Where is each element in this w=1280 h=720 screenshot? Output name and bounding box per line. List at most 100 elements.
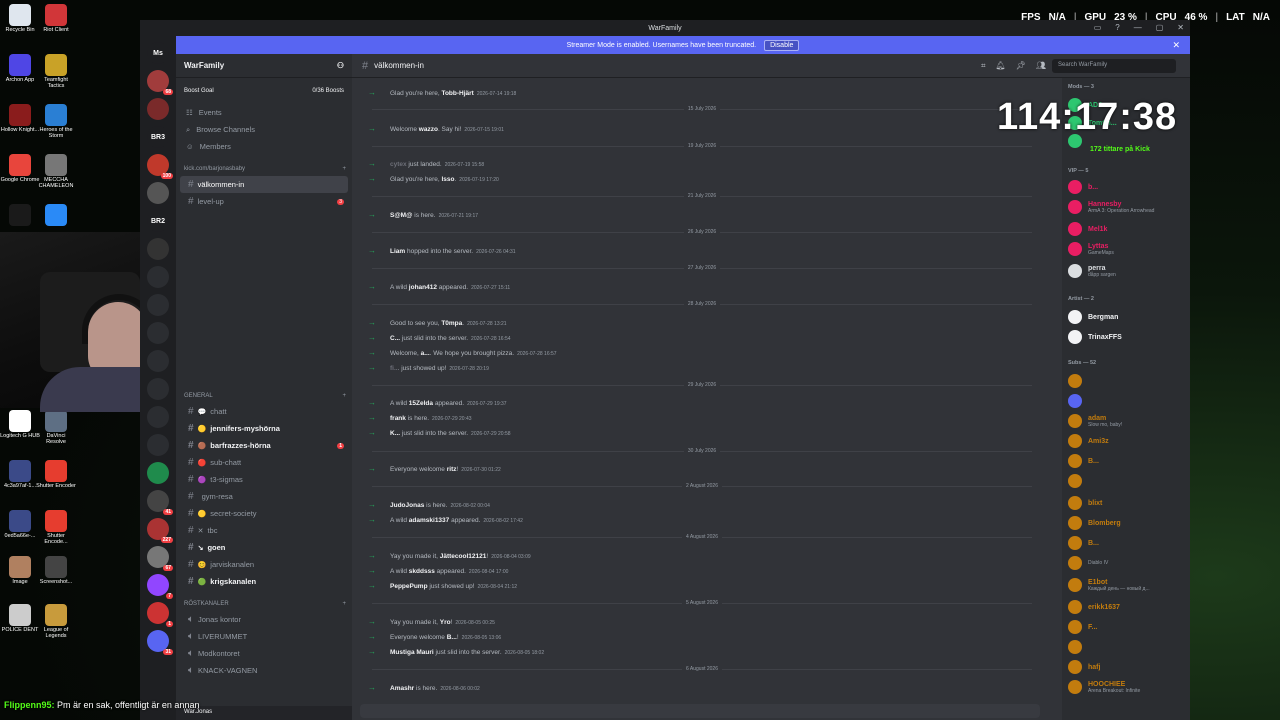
- desktop-icon[interactable]: Shutter Encoder: [36, 460, 76, 489]
- nav-item[interactable]: ☺ Members: [176, 138, 352, 155]
- message-username[interactable]: 15Zelda: [409, 400, 433, 407]
- voice-channel[interactable]: 🔈︎ Jonas kontor: [176, 611, 352, 628]
- server-icon[interactable]: 1: [147, 602, 173, 627]
- member-item[interactable]: TrinaxFFS: [1068, 330, 1122, 344]
- text-channel[interactable]: # 🟣 t3-sigmas: [176, 471, 352, 488]
- message-username[interactable]: PeppePump: [390, 583, 428, 590]
- server-icon[interactable]: [147, 378, 169, 400]
- server-icon[interactable]: [147, 266, 169, 288]
- server-icon[interactable]: 67: [147, 546, 173, 571]
- server-icon[interactable]: [147, 434, 169, 456]
- desktop-icon[interactable]: Hollow Knight...: [0, 104, 40, 133]
- member-item[interactable]: Ami3z: [1068, 434, 1109, 448]
- desktop-icon[interactable]: Recycle Bin: [0, 4, 40, 33]
- server-icon[interactable]: [147, 238, 169, 260]
- threads-icon[interactable]: ⌗: [981, 61, 986, 71]
- desktop-icon[interactable]: Google Chrome: [0, 154, 40, 183]
- member-item[interactable]: Hannesby ArmA 3: Operation Arrowhead: [1068, 200, 1154, 214]
- member-item[interactable]: adam Slow mo, baby!: [1068, 414, 1122, 428]
- desktop-icon[interactable]: Image: [0, 556, 40, 585]
- close-banner-icon[interactable]: ✕: [1172, 40, 1180, 51]
- server-icon[interactable]: 100: [147, 154, 173, 179]
- member-item[interactable]: Bergman: [1068, 310, 1118, 324]
- message-username[interactable]: S@M@: [390, 212, 412, 219]
- desktop-icon[interactable]: 0ed5a66e-...: [0, 510, 40, 539]
- member-item[interactable]: B...: [1068, 454, 1099, 468]
- voice-channel[interactable]: 🔈︎ KNACK-VAGNEN: [176, 662, 352, 679]
- add-channel-icon[interactable]: +: [342, 166, 346, 172]
- desktop-icon[interactable]: POLICE DENT: [0, 604, 40, 633]
- server-icon[interactable]: 227: [147, 518, 173, 543]
- member-item[interactable]: Blomberg: [1068, 516, 1121, 530]
- message-username[interactable]: wazzo: [419, 126, 438, 133]
- member-item[interactable]: Diablo IV: [1068, 556, 1108, 570]
- pin-icon[interactable]: 📌︎: [1016, 61, 1026, 71]
- member-item[interactable]: [1068, 394, 1088, 408]
- text-channel[interactable]: # ✕ tbc: [176, 522, 352, 539]
- text-channel[interactable]: # 🟡 secret-society: [176, 505, 352, 522]
- message-username[interactable]: skddsss: [409, 568, 435, 575]
- desktop-icon[interactable]: [36, 204, 76, 227]
- server-icon[interactable]: Ms: [147, 42, 169, 64]
- member-item[interactable]: erikk1637: [1068, 600, 1120, 614]
- desktop-icon[interactable]: Teamfight Tactics: [36, 54, 76, 90]
- close-icon[interactable]: ✕: [1177, 23, 1184, 32]
- member-item[interactable]: HOOCHIEE Arena Breakout: Infinite: [1068, 680, 1140, 694]
- server-icon[interactable]: 31: [147, 630, 173, 655]
- message-username[interactable]: johan412: [409, 284, 437, 291]
- maximize-icon[interactable]: ▢: [1156, 23, 1164, 32]
- message-username[interactable]: Liam: [390, 248, 405, 255]
- desktop-icon[interactable]: Archon App: [0, 54, 40, 83]
- desktop-icon[interactable]: Screenshot...: [36, 556, 76, 585]
- message-username[interactable]: lsso: [441, 176, 454, 183]
- text-channel[interactable]: # 🟡 jennifers-myshörna: [176, 420, 352, 437]
- message-username[interactable]: C...: [390, 335, 400, 342]
- desktop-icon[interactable]: Riot Client: [36, 4, 76, 33]
- message-username[interactable]: Jättecool12121: [440, 553, 487, 560]
- message-input[interactable]: [360, 704, 1040, 718]
- server-icon[interactable]: [147, 406, 169, 428]
- text-channel[interactable]: # 🔴 sub-chatt: [176, 454, 352, 471]
- add-member-icon[interactable]: ⚇: [337, 61, 344, 70]
- user-panel[interactable]: War.Jonas: [176, 706, 352, 720]
- desktop-icon[interactable]: MECCHA CHAMELEON: [36, 154, 76, 190]
- member-item[interactable]: Mel1k: [1068, 222, 1107, 236]
- desktop-icon[interactable]: DaVinci Resolve: [36, 410, 76, 446]
- text-channel[interactable]: # 💬 chatt: [176, 403, 352, 420]
- inbox-icon[interactable]: ▭: [1094, 23, 1102, 32]
- message-username[interactable]: Tobb-Hjärt: [441, 90, 473, 97]
- voice-channel[interactable]: 🔈︎ Modkontoret: [176, 645, 352, 662]
- message-username[interactable]: cytex: [390, 161, 407, 168]
- server-icon[interactable]: BR3: [147, 126, 169, 148]
- server-icon[interactable]: 68: [147, 70, 173, 95]
- add-channel-icon[interactable]: +: [342, 393, 346, 399]
- member-item[interactable]: hafj: [1068, 660, 1100, 674]
- message-username[interactable]: fi...: [390, 365, 399, 372]
- message-username[interactable]: K...: [390, 430, 400, 437]
- member-item[interactable]: b...: [1068, 180, 1098, 194]
- desktop-icon[interactable]: 4c3a97af-1...: [0, 460, 40, 489]
- member-item[interactable]: perra dåpp sargen: [1068, 264, 1116, 278]
- nav-item[interactable]: ☷ Events: [176, 104, 352, 121]
- member-item[interactable]: Lyttas GameMaps: [1068, 242, 1114, 256]
- nav-item[interactable]: ⌕ Browse Channels: [176, 121, 352, 138]
- server-icon[interactable]: [147, 98, 169, 120]
- text-channel[interactable]: # välkommen-in: [180, 176, 348, 193]
- member-item[interactable]: B...: [1068, 536, 1099, 550]
- server-icon[interactable]: 7: [147, 574, 173, 599]
- member-item[interactable]: F...: [1068, 620, 1097, 634]
- message-username[interactable]: JudoJonas: [390, 502, 424, 509]
- message-username[interactable]: T0mpa: [441, 320, 462, 327]
- text-channel[interactable]: # 😊 jarviskanalen: [176, 556, 352, 573]
- voice-channel[interactable]: 🔈︎ LIVERUMMET: [176, 628, 352, 645]
- category-voice[interactable]: RÖSTKANALER +: [176, 596, 352, 611]
- desktop-icon[interactable]: Heroes of the Storm: [36, 104, 76, 140]
- member-item[interactable]: [1068, 474, 1088, 488]
- boost-goal[interactable]: Boost Goal 0/36 Boosts: [180, 84, 348, 98]
- member-item[interactable]: blixt: [1068, 496, 1102, 510]
- search-input[interactable]: Search WarFamily: [1052, 59, 1176, 73]
- text-channel[interactable]: # ↘ goen: [176, 539, 352, 556]
- message-username[interactable]: Mustiga Mauri: [390, 649, 434, 656]
- category-general[interactable]: GENERAL +: [176, 388, 352, 403]
- server-header[interactable]: WarFamily ⚇: [176, 54, 352, 78]
